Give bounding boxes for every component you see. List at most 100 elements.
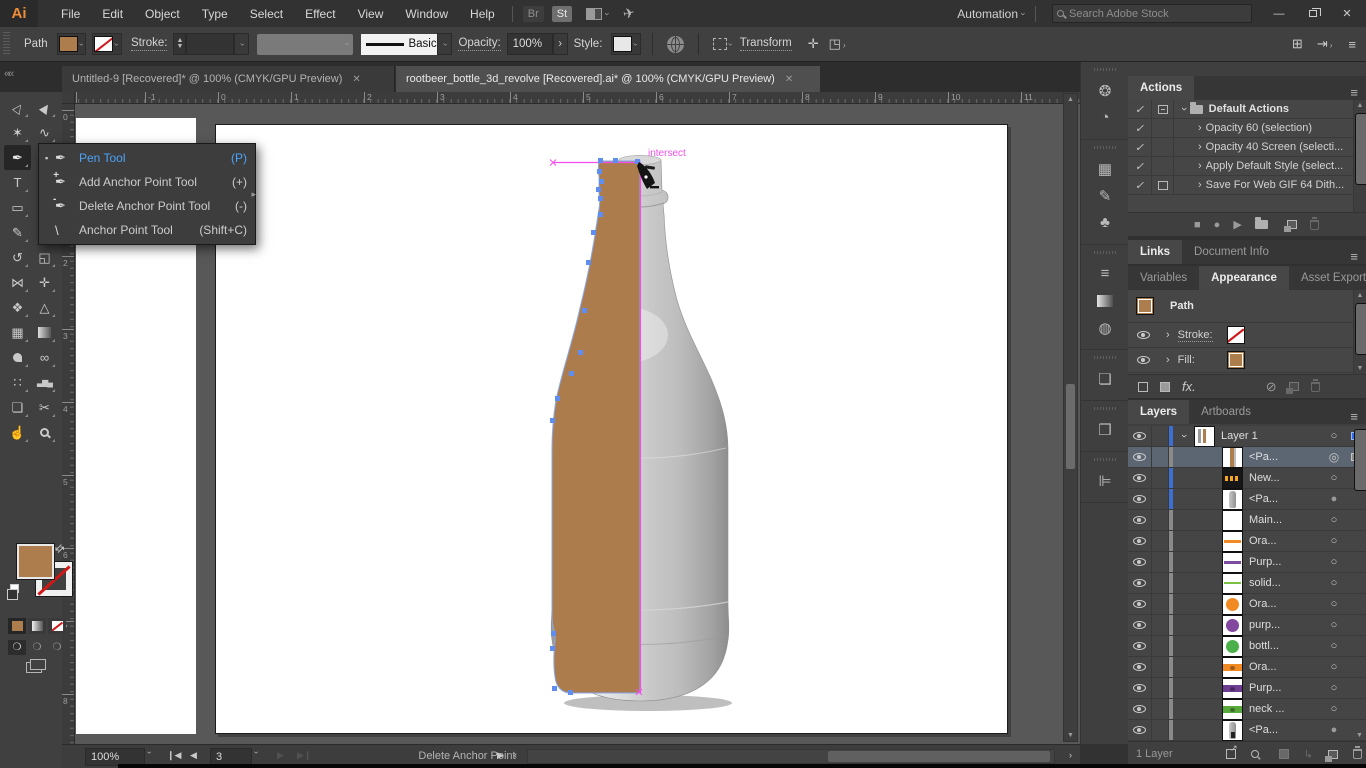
rectangle-tool[interactable]: ▭ <box>4 195 31 220</box>
visibility-toggle[interactable] <box>1128 699 1152 719</box>
layer-name[interactable]: solid... <box>1249 577 1281 589</box>
stroke-label[interactable]: Stroke: <box>131 37 167 51</box>
bridge-button[interactable]: Br <box>523 6 544 22</box>
previous-artboard-button[interactable]: ◀ <box>190 750 197 761</box>
target-circle[interactable] <box>1324 640 1344 652</box>
action-check-toggle[interactable] <box>1128 176 1152 194</box>
menu-item[interactable]: Window <box>394 2 459 26</box>
artwork[interactable] <box>536 150 746 716</box>
panel-menu-icon[interactable]: ≡ <box>1342 249 1366 264</box>
free-transform-tool[interactable]: ✛ <box>31 270 58 295</box>
graphic-style-dropdown[interactable]: › <box>611 33 641 55</box>
artboards-panel-icon[interactable]: ❏ <box>1081 365 1129 392</box>
action-dialog-toggle[interactable] <box>1152 138 1174 156</box>
tab-links[interactable]: Links <box>1128 240 1182 264</box>
scrollbar[interactable]: ▲▼ <box>1353 290 1366 374</box>
rotate-tool[interactable]: ↺ <box>4 245 31 270</box>
target-circle[interactable] <box>1324 556 1344 568</box>
target-circle[interactable] <box>1324 724 1344 736</box>
revolve-profile-path[interactable] <box>552 161 640 693</box>
stroke-attr-label[interactable]: Stroke: <box>1178 329 1213 342</box>
document-tab-inactive[interactable]: Untitled-9 [Recovered]* @ 100% (CMYK/GPU… <box>62 66 395 92</box>
menu-item[interactable]: File <box>50 2 91 26</box>
visibility-toggle[interactable] <box>1128 531 1152 551</box>
fill-attr-label[interactable]: Fill: <box>1178 354 1195 366</box>
layer-thumbnail[interactable] <box>1223 469 1242 488</box>
shape-builder-tool[interactable]: ❖ <box>4 295 31 320</box>
arrange-documents-icon[interactable]: ⊞ <box>1292 36 1303 52</box>
layer-row[interactable]: Main... <box>1128 510 1366 531</box>
action-dialog-toggle[interactable] <box>1152 157 1174 175</box>
fill-color-proxy[interactable] <box>17 544 54 579</box>
layer-name[interactable]: <Pa... <box>1249 451 1278 463</box>
screen-mode-button[interactable] <box>26 662 42 673</box>
drag-handle[interactable] <box>1094 407 1116 410</box>
visibility-toggle[interactable] <box>1128 348 1158 372</box>
scroll-left-cap-icon[interactable]: ‹ <box>514 750 517 760</box>
document-tab-active[interactable]: rootbeer_bottle_3d_revolve [Recovered].a… <box>396 66 820 92</box>
lock-toggle[interactable] <box>1152 720 1169 740</box>
scroll-left-icon[interactable]: ▶ <box>497 750 504 761</box>
layer-thumbnail[interactable] <box>1223 532 1242 551</box>
action-dialog-toggle[interactable] <box>1152 119 1174 137</box>
layer-row[interactable]: neck ... <box>1128 699 1366 720</box>
tab-variables[interactable]: Variables <box>1128 266 1199 290</box>
visibility-toggle[interactable] <box>1128 657 1152 677</box>
appearance-item-row[interactable]: Path <box>1128 290 1366 323</box>
swatches-icon[interactable]: ▦ <box>1081 155 1129 182</box>
layer-thumbnail[interactable] <box>1223 616 1242 635</box>
stroke-width-dropdown[interactable]: › <box>234 33 249 55</box>
layer-name[interactable]: Ora... <box>1249 661 1277 673</box>
new-sublayer-icon[interactable]: ↳ <box>1304 748 1313 761</box>
transform-link[interactable]: Transform <box>740 37 792 51</box>
workspace-layout-icon[interactable] <box>586 8 602 20</box>
layer-thumbnail[interactable] <box>1223 553 1242 572</box>
target-circle[interactable] <box>1324 450 1344 464</box>
panel-list-icon[interactable]: ≡ <box>1348 37 1356 52</box>
layer-name[interactable]: <Pa... <box>1249 493 1278 505</box>
fill-color-dropdown[interactable]: › <box>57 33 87 55</box>
layer-thumbnail[interactable] <box>1223 595 1242 614</box>
drag-handle[interactable] <box>1094 458 1116 461</box>
action-row[interactable]: › Default Actions <box>1128 100 1366 119</box>
width-profile-dropdown[interactable]: › <box>257 34 353 55</box>
action-row[interactable]: › Apply Default Style (select... <box>1128 157 1366 176</box>
tab-artboards[interactable]: Artboards <box>1189 400 1263 424</box>
layer-thumbnail[interactable] <box>1223 721 1242 740</box>
layer-row[interactable]: Purp... <box>1128 552 1366 573</box>
app-logo[interactable]: Ai <box>0 0 38 27</box>
menu-item[interactable]: Help <box>459 2 506 26</box>
first-artboard-button[interactable]: ❙◀ <box>167 750 181 761</box>
action-check-toggle[interactable] <box>1128 119 1152 137</box>
expander-icon[interactable]: › <box>1166 329 1170 341</box>
type-tool[interactable]: T <box>4 170 31 195</box>
stop-playing-icon[interactable]: ■ <box>1194 219 1201 231</box>
visibility-toggle[interactable] <box>1128 468 1152 488</box>
panel-menu-icon[interactable]: ≡ <box>1342 409 1366 424</box>
visibility-toggle[interactable] <box>1128 426 1152 446</box>
expander-icon[interactable]: › <box>1198 160 1202 172</box>
layer-name[interactable]: <Pa... <box>1249 724 1278 736</box>
target-circle[interactable] <box>1324 430 1344 442</box>
default-fill-stroke-icon[interactable] <box>10 584 19 593</box>
layer-name[interactable]: bottl... <box>1249 640 1279 652</box>
menu-item[interactable]: Effect <box>294 2 346 26</box>
locate-object-icon[interactable] <box>1251 750 1259 758</box>
lock-toggle[interactable] <box>1152 552 1169 572</box>
layer-row[interactable]: Ora... <box>1128 657 1366 678</box>
visibility-toggle[interactable] <box>1128 615 1152 635</box>
artboard-dropdown-icon[interactable]: › <box>252 751 261 754</box>
action-row[interactable]: › Opacity 60 (selection) <box>1128 119 1366 138</box>
lasso-tool[interactable]: ∿ <box>31 120 58 145</box>
delete-layer-icon[interactable] <box>1353 749 1362 759</box>
layer-row[interactable]: <Pa... <box>1128 447 1366 468</box>
new-stroke-icon[interactable] <box>1138 382 1148 392</box>
scrollbar[interactable]: ▼ <box>1353 426 1366 741</box>
expander-icon[interactable]: › <box>1178 107 1190 111</box>
artboard-tool[interactable]: ❏ <box>4 395 31 420</box>
tab-appearance[interactable]: Appearance <box>1199 266 1289 290</box>
expander-icon[interactable]: › <box>1198 122 1202 134</box>
brush-definition-dropdown[interactable]: Basic <box>361 34 437 55</box>
color-mode-none-button[interactable] <box>48 618 66 634</box>
layer-row[interactable]: Ora... <box>1128 531 1366 552</box>
